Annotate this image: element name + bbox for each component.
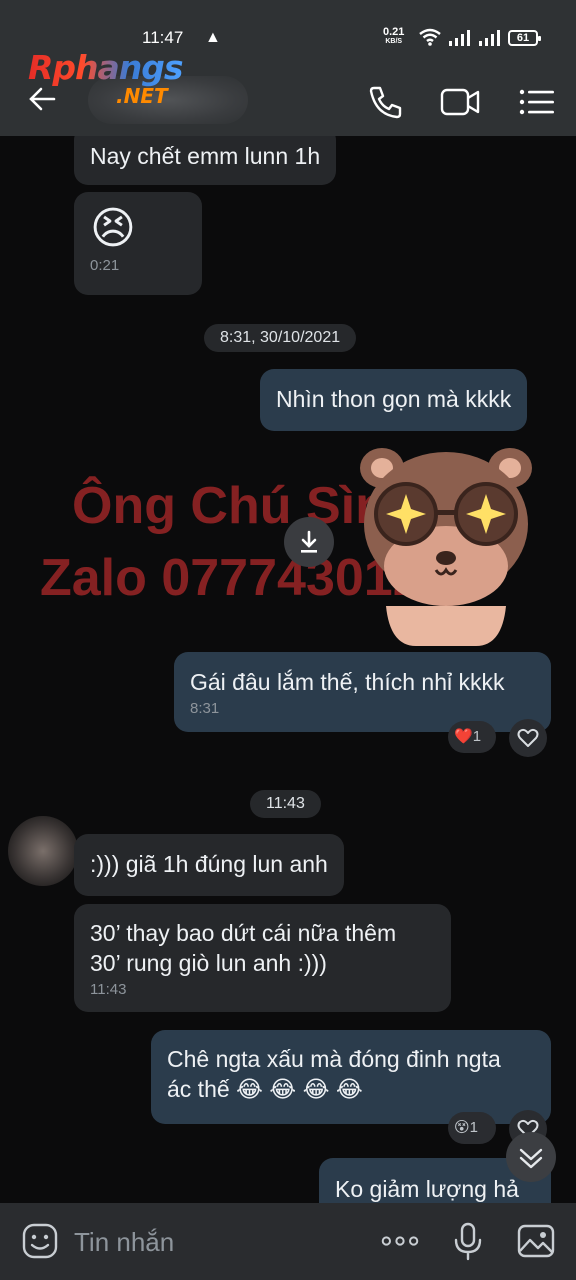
scroll-to-bottom-button[interactable] [506, 1132, 556, 1182]
heart-reaction-icon: ❤️ [454, 728, 473, 745]
back-arrow-icon[interactable] [26, 82, 60, 116]
reaction-badge[interactable]: 😵1 [448, 1112, 496, 1144]
like-button[interactable] [509, 719, 547, 757]
logo-main-text: Rphangs [28, 48, 184, 87]
site-logo: Rphangs .NET [28, 48, 184, 108]
menu-list-icon[interactable] [514, 80, 558, 124]
bear-sticker[interactable] [356, 446, 536, 646]
message-list[interactable]: Nay chết emm lunn 1h 😣 0:21 8:31, 30/10/… [0, 136, 576, 1203]
message-text: Nay chết emm lunn 1h [90, 143, 321, 169]
wifi-icon [419, 28, 441, 46]
image-gallery-icon[interactable] [516, 1221, 556, 1261]
message-text-line-1: 30’ thay bao dứt cái nữa thêm [90, 920, 397, 946]
download-button[interactable] [284, 517, 334, 567]
network-speed: 0.21 KB/S [383, 27, 404, 47]
double-chevron-down-icon [519, 1148, 543, 1169]
message-time: 0:21 [90, 257, 120, 274]
message-bubble-incoming[interactable]: :))) giã 1h đúng lun anh [74, 834, 344, 896]
emoji-sticker-icon[interactable] [20, 1221, 60, 1261]
message-text-line-2: 30’ rung giò lun anh :))) [90, 950, 327, 976]
chat-header: Rphangs .NET [0, 48, 576, 136]
message-text-line-1: Chê ngta xấu mà đóng đinh ngta [167, 1046, 501, 1072]
warning-icon: ▲ [205, 29, 221, 46]
heart-outline-icon [517, 728, 539, 747]
date-separator: 11:43 [250, 790, 321, 818]
battery-indicator: 61 [508, 30, 541, 46]
message-bubble-outgoing[interactable]: Chê ngta xấu mà đóng đinh ngta ác thế 😂 … [151, 1030, 551, 1124]
message-text: Gái đâu lắm thế, thích nhỉ kkkk [190, 669, 505, 695]
dizzy-reaction-icon: 😵 [454, 1119, 470, 1136]
sad-face-emoji: 😣 [90, 204, 136, 253]
signal-icon-2 [479, 30, 500, 46]
message-text: :))) giã 1h đúng lun anh [90, 851, 328, 877]
emoji-message-bubble[interactable]: 😣 0:21 [74, 192, 202, 295]
download-icon [301, 530, 317, 553]
date-separator: 8:31, 30/10/2021 [204, 324, 357, 352]
logo-sub-text: .NET [116, 84, 168, 108]
message-text: Ko giảm lượng hả [335, 1176, 519, 1202]
status-time: 11:47 [142, 28, 184, 47]
reaction-count: 1 [469, 1119, 478, 1136]
message-time: 11:43 [90, 981, 127, 998]
reaction-badge[interactable]: ❤️1 [448, 721, 496, 753]
message-time: 8:31 [190, 700, 220, 717]
message-input[interactable]: Tin nhắn [74, 1227, 174, 1258]
message-text-line-2: ác thế 😂 😂 😂 😂 [167, 1076, 363, 1102]
message-bubble-outgoing[interactable]: Gái đâu lắm thế, thích nhỉ kkkk 8:31 [174, 652, 551, 732]
message-text: Nhìn thon gọn mà kkkk [276, 386, 512, 412]
microphone-icon[interactable] [448, 1221, 488, 1261]
message-bubble-outgoing[interactable]: Nhìn thon gọn mà kkkk [260, 369, 528, 431]
video-call-icon[interactable] [438, 80, 482, 124]
contact-avatar[interactable] [8, 816, 78, 886]
phone-call-icon[interactable] [364, 80, 408, 124]
message-bubble-incoming[interactable]: 30’ thay bao dứt cái nữa thêm 30’ rung g… [74, 904, 451, 1012]
signal-icon [449, 30, 470, 46]
reaction-count: 1 [472, 728, 482, 745]
network-speed-unit: KB/S [385, 38, 403, 45]
more-options-icon[interactable] [380, 1221, 420, 1261]
message-composer: Tin nhắn [0, 1203, 576, 1280]
message-bubble-incoming[interactable]: Nay chết emm lunn 1h [74, 136, 337, 185]
